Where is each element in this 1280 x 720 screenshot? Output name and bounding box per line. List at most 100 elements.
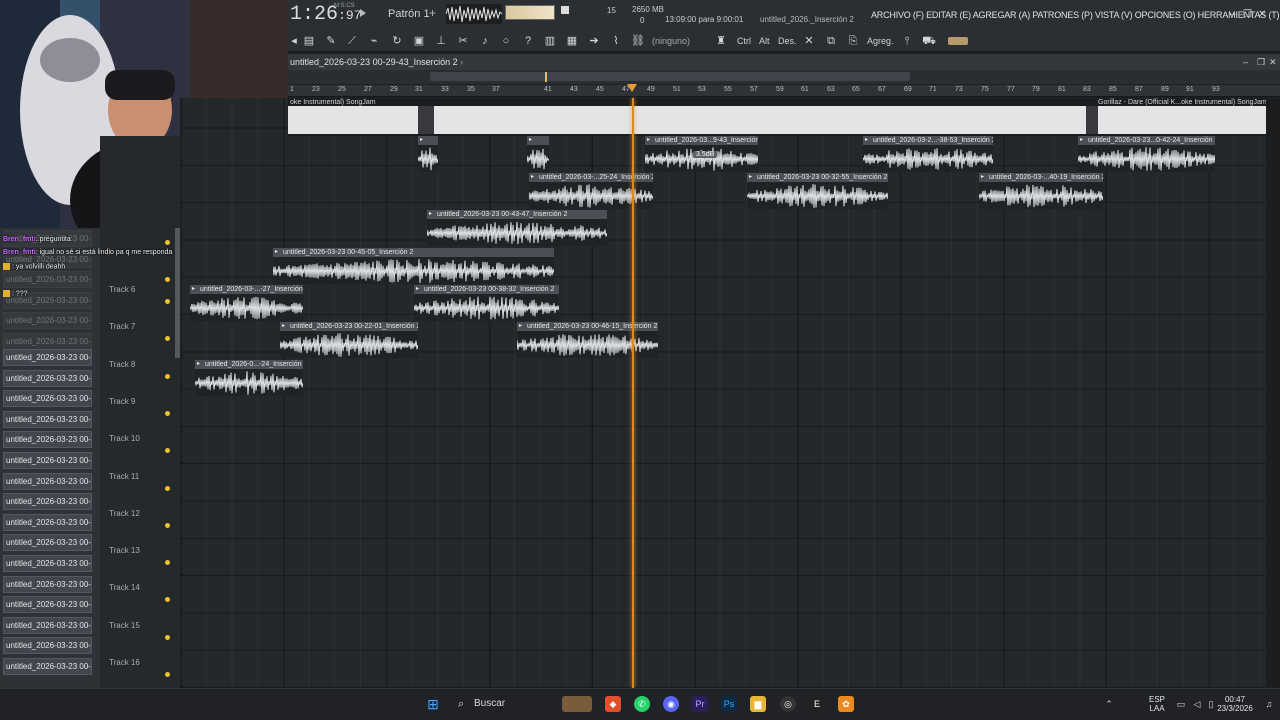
taskbar-search[interactable]: ⌕ Buscar [452, 694, 552, 714]
vertical-scrollbar[interactable] [1266, 98, 1280, 688]
chat-bubble-icon[interactable]: ○ [499, 34, 513, 48]
help-icon[interactable]: ? [521, 34, 535, 48]
file-browser-item[interactable]: untitled_2026-03-23 00-... [3, 596, 92, 614]
file-browser-item[interactable]: untitled_2026-03-23 00-... [3, 271, 92, 289]
notification-bell-icon[interactable]: ♫ [1262, 696, 1276, 712]
file-browser-item[interactable]: untitled_2026-03-23 00-... [3, 333, 92, 350]
file-browser-item[interactable]: untitled_2026-03-23 00-... [3, 637, 92, 655]
file-browser-item[interactable]: untitled_2026-03-23 00-... [3, 452, 92, 469]
file-browser-item[interactable]: untitled_2026-03-23 00-... [3, 575, 92, 593]
audio-clip[interactable]: untitled_2026-03-23 00-45-05_Inserción 2 [273, 248, 554, 284]
file-browser-item[interactable]: untitled_2026-03-23 00-... [3, 369, 92, 387]
track-name[interactable]: Track 9 [109, 397, 135, 406]
refresh-icon[interactable]: ↻ [390, 34, 404, 48]
track-enable-led[interactable] [165, 373, 170, 379]
snap-selector[interactable]: (ninguno) [652, 36, 690, 46]
playlist-minimize-icon[interactable]: – [1243, 57, 1248, 67]
track-name[interactable]: Track 15 [109, 621, 140, 630]
file-browser-item[interactable]: untitled_2026-03-23 00-... [3, 616, 92, 634]
whatsapp-icon[interactable]: ✆ [634, 696, 650, 712]
playlist-restore-icon[interactable]: ❐ [1257, 57, 1265, 68]
arrow-left-icon[interactable]: ◂ [287, 34, 301, 48]
track-name[interactable]: Track 6 [109, 285, 135, 294]
audio-clip[interactable]: untitled_2026-0...-24_Inserción 2 [195, 360, 303, 396]
copy-icon[interactable]: ⧉ [824, 34, 838, 48]
file-browser-item[interactable]: untitled_2026-03-23 00-... [3, 390, 92, 408]
arrow-right-icon[interactable]: ➔ [587, 34, 601, 48]
master-volume-meter[interactable] [505, 5, 555, 20]
audio-clip[interactable]: untitled_2026-03-...-27_Inserción 2 [190, 285, 303, 321]
fader-icon[interactable]: ⫯ [900, 34, 914, 48]
minimize-icon[interactable]: – [1230, 9, 1236, 20]
browser-scrollbar[interactable] [175, 228, 180, 358]
file-browser-item[interactable]: untitled_2026-03-23 00-... [3, 312, 92, 330]
piano-icon[interactable]: ▦ [565, 34, 579, 48]
windows-start-icon[interactable]: ⊞ [425, 696, 441, 712]
file-browser-item[interactable]: untitled_2026-03-23 00-... [3, 472, 92, 490]
network-icon[interactable]: ▭ [1175, 696, 1187, 712]
track-enable-led[interactable] [165, 240, 170, 245]
track-name[interactable]: Track 12 [109, 509, 140, 518]
playhead-marker-icon[interactable] [627, 84, 637, 92]
paste-icon[interactable]: ⎘ [846, 34, 860, 48]
file-browser-item[interactable]: untitled_2026-03-23 00-... [3, 555, 92, 572]
tempo-slider[interactable] [948, 37, 968, 45]
main-menu[interactable]: ARCHIVO (F) EDITAR (E) AGREGAR (A) PATRO… [871, 10, 1280, 20]
file-browser-item[interactable]: untitled_2026-03-23 00-... [3, 349, 92, 366]
microphone-icon[interactable]: ♪ [478, 34, 492, 48]
play-arrow-icon[interactable] [360, 9, 366, 17]
file-browser-item[interactable]: untitled_2026-03-23 00-... [3, 513, 92, 531]
plug-icon[interactable]: ⌇ [609, 34, 623, 48]
language-indicator[interactable]: ESP LAA [1146, 695, 1168, 713]
audio-clip[interactable] [527, 136, 549, 172]
track-enable-led[interactable] [165, 634, 170, 640]
add-button[interactable]: Agreg. [867, 36, 894, 46]
track-enable-led[interactable] [165, 672, 170, 677]
audio-clip[interactable]: untitled_2026-03-23 00-38-32_Inserción 2 [414, 285, 559, 321]
track-enable-led[interactable] [165, 410, 170, 416]
add-pattern-icon[interactable]: + [429, 6, 436, 20]
file-browser-item[interactable]: untitled_2026-03-23 00-... [3, 534, 92, 552]
magnet-icon[interactable]: ⌁ [367, 34, 381, 48]
link-icon[interactable]: ⛓ [631, 34, 645, 48]
track-enable-led[interactable] [165, 485, 170, 491]
taskbar-widget-icon[interactable] [562, 696, 592, 712]
audio-clip[interactable]: untitled_2026-03-23 00-43-47_Inserción 2 [427, 210, 607, 246]
track-name[interactable]: Track 14 [109, 583, 140, 592]
track-enable-led[interactable] [165, 522, 170, 528]
audio-clip[interactable]: untitled_2026-03-23 00-46-15_Inserción 2 [517, 322, 658, 358]
stamp-icon[interactable]: ⊥ [434, 34, 448, 48]
audio-clip[interactable] [418, 136, 438, 172]
track-name[interactable]: Track 7 [109, 322, 135, 331]
playlist-close-icon[interactable]: ✕ [1269, 57, 1277, 68]
overview-scroll-thumb[interactable] [430, 72, 910, 81]
playhead-line[interactable] [632, 98, 634, 688]
track-enable-led[interactable] [165, 299, 170, 304]
alt-toggle[interactable]: Alt [759, 36, 770, 46]
track-name[interactable]: Track 10 [109, 434, 140, 443]
discord-icon[interactable]: ◉ [663, 696, 679, 712]
file-browser-item[interactable]: untitled_2026-03-23 00-... [3, 493, 92, 511]
pattern-selector[interactable]: Patrón 1 [388, 8, 430, 20]
track-name[interactable]: Track 13 [109, 546, 140, 555]
file-browser-item[interactable]: untitled_2026-03-23 00-... [3, 431, 92, 449]
stamp-tool-icon[interactable]: ♜ [714, 34, 728, 48]
audio-clip[interactable]: untitled_2026-03-...40-19_Inserción 2 [979, 173, 1103, 209]
tray-chevron-icon[interactable]: ⌃ [1103, 696, 1115, 712]
playlist-grid[interactable] [180, 98, 1266, 688]
photoshop-icon[interactable]: Ps [721, 696, 737, 712]
audio-clip[interactable]: untitled_2026-03-2...-38-53_Inserción 2 [863, 136, 993, 172]
premiere-icon[interactable]: Pr [692, 696, 708, 712]
track-enable-led[interactable] [165, 277, 170, 282]
epic-games-icon[interactable]: E [809, 696, 825, 712]
file-icon[interactable]: ▤ [302, 34, 316, 48]
scissors-icon[interactable]: ✂ [456, 34, 470, 48]
volume-icon[interactable]: ◁ [1191, 696, 1203, 712]
delete-icon[interactable]: ✕ [802, 34, 816, 48]
deselect-button[interactable]: Des. [778, 36, 797, 46]
cart-icon[interactable]: ⛟ [922, 34, 936, 48]
audio-clip[interactable]: untitled_2026-03-...25-24_Inserción 2 [529, 173, 653, 209]
audio-clip[interactable]: untitled_2026-03-23 00-32-55_Inserción 2 [747, 173, 888, 209]
obs-icon[interactable]: ◎ [780, 696, 796, 712]
track-name[interactable]: Track 11 [109, 472, 139, 481]
